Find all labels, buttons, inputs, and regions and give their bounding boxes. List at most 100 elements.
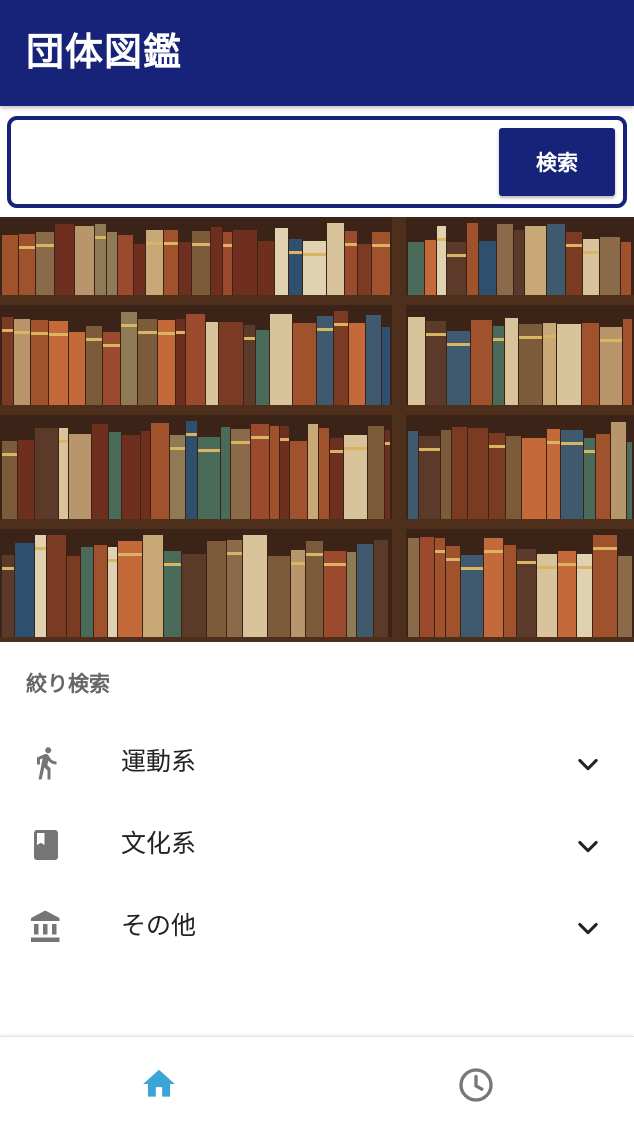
book-band [517, 561, 536, 564]
book-spine [345, 231, 357, 295]
book-spine [374, 540, 388, 637]
chevron-down-icon[interactable] [574, 750, 602, 778]
book-spine [95, 224, 106, 295]
book-band [493, 338, 504, 341]
book-spine [425, 240, 436, 295]
book-band [385, 442, 390, 445]
book-spine [275, 228, 288, 295]
book-band [280, 438, 289, 441]
book-band [31, 332, 48, 335]
book-band [484, 550, 503, 553]
book-band [138, 331, 157, 334]
category-row-other[interactable]: その他 [0, 888, 634, 968]
book-band [86, 338, 102, 341]
book-band [231, 441, 250, 444]
category-row-culture[interactable]: 文化系 [0, 806, 634, 886]
book-spine [192, 231, 210, 295]
chevron-down-icon[interactable] [574, 832, 602, 860]
category-label: その他 [121, 911, 197, 940]
book-band [519, 336, 542, 339]
book-band [158, 332, 175, 335]
book-spine [55, 224, 74, 295]
book-spine [107, 232, 117, 295]
book-spine [366, 315, 381, 405]
book-spine [547, 224, 565, 295]
book-spine [493, 326, 504, 405]
book-spine [219, 322, 243, 405]
book-spine [506, 436, 521, 519]
book-spine [109, 432, 121, 519]
book-spine [600, 237, 620, 295]
book-spine [92, 424, 108, 519]
nav-home[interactable] [0, 1037, 317, 1132]
book-band [35, 547, 46, 550]
book-spine [15, 543, 34, 637]
history-clock-icon [458, 1068, 493, 1102]
book-band [198, 449, 220, 452]
book-spine [441, 430, 451, 519]
book-band [447, 343, 470, 346]
shelf-board [0, 295, 634, 305]
bookshelf-illustration [0, 217, 634, 642]
search-button[interactable]: 検索 [499, 128, 615, 196]
search-box: 検索 [7, 116, 627, 208]
book-band [317, 328, 333, 331]
book-band [108, 559, 117, 562]
book-spine [408, 242, 424, 295]
book-spine [256, 330, 269, 405]
book-band [334, 323, 348, 326]
book-spine [447, 331, 470, 405]
category-row-sports[interactable]: 運動系 [0, 724, 634, 804]
book-band [446, 558, 460, 561]
nav-history[interactable] [317, 1037, 634, 1132]
book-spine [468, 428, 488, 519]
book-spine [47, 535, 66, 637]
book-spine [75, 226, 94, 295]
book-band [59, 440, 68, 443]
book-spine [164, 230, 178, 295]
book-spine [618, 556, 632, 637]
book-spine [514, 230, 524, 295]
book-spine [611, 422, 626, 519]
category-label: 運動系 [121, 747, 197, 776]
book-band [223, 244, 232, 247]
book-band [291, 562, 305, 565]
book-spine [293, 323, 316, 405]
book-band [561, 442, 583, 445]
book-band [324, 563, 346, 566]
chevron-down-icon[interactable] [574, 914, 602, 942]
book-spine [182, 554, 206, 637]
filter-section-title: 絞り検索 [26, 672, 110, 696]
home-icon [142, 1069, 175, 1097]
search-input[interactable] [21, 130, 491, 194]
book-spine [408, 538, 419, 637]
shelf-board [0, 405, 634, 415]
book-band [186, 433, 197, 436]
book-spine [207, 541, 226, 637]
book-spine [621, 242, 631, 295]
book-band [49, 333, 68, 336]
book-spine [479, 241, 496, 295]
bottom-navigation [0, 1036, 634, 1132]
book-spine [327, 223, 344, 295]
book-spine [86, 326, 102, 405]
book-spine [103, 332, 120, 405]
book-band [19, 246, 35, 249]
book-icon [34, 830, 58, 860]
book-band [164, 563, 181, 566]
book-band [489, 445, 505, 448]
book-spine [2, 441, 17, 519]
book-spine [437, 226, 446, 295]
book-band [2, 329, 13, 332]
shelf-board [0, 637, 634, 642]
book-band [566, 244, 582, 247]
book-band [543, 335, 556, 338]
book-spine [151, 423, 169, 519]
book-spine [368, 426, 384, 519]
book-spine [206, 322, 218, 405]
book-band [461, 567, 483, 570]
book-band [558, 563, 576, 566]
book-band [170, 447, 185, 450]
book-spine [134, 244, 145, 295]
running-person-icon [37, 747, 57, 780]
